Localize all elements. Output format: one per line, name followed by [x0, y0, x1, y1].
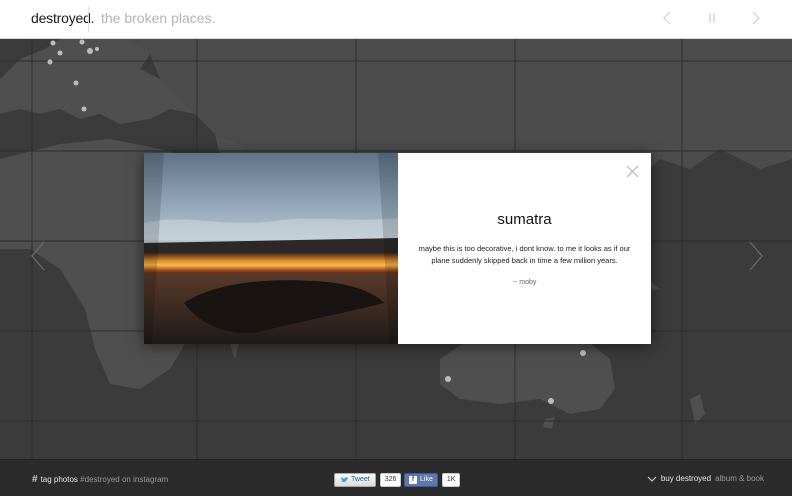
- instagram-hashtag-text: #destroyed on instagram: [80, 475, 169, 484]
- photo-title: sumatra: [497, 211, 552, 228]
- buy-destroyed-label: buy destroyed: [660, 474, 712, 483]
- header-divider: [88, 6, 89, 32]
- chevron-down-icon: [647, 476, 657, 482]
- tweet-widget: Tweet 326: [334, 472, 402, 487]
- buy-album-link[interactable]: buy destroyed album & book: [647, 474, 764, 483]
- sunset-photo-graphic: [144, 153, 398, 344]
- facebook-icon: f: [409, 475, 417, 484]
- album-book-label: album & book: [715, 474, 764, 483]
- pause-button[interactable]: [704, 10, 720, 26]
- like-widget: f Like 1K: [404, 472, 461, 487]
- map-previous-arrow[interactable]: [28, 240, 48, 272]
- site-logo[interactable]: destroyed.: [31, 10, 95, 26]
- photo-modal: sumatra maybe this is too decorative, i …: [144, 153, 651, 344]
- next-photo-button[interactable]: [748, 10, 764, 26]
- chevron-left-icon: [31, 241, 45, 271]
- photo-author: -- moby: [512, 279, 537, 286]
- tag-photos-link[interactable]: # tag photos #destroyed on instagram: [32, 474, 168, 485]
- site-tagline: the broken places.: [101, 10, 216, 26]
- twitter-bird-icon: [340, 476, 349, 482]
- chevron-left-icon: [663, 11, 671, 25]
- chevron-right-icon: [749, 241, 763, 271]
- pause-icon: [709, 13, 715, 23]
- chevron-right-icon: [752, 11, 760, 25]
- like-button[interactable]: f Like: [404, 472, 438, 487]
- close-button[interactable]: [626, 165, 639, 178]
- tweet-button[interactable]: Tweet: [334, 472, 376, 487]
- sunset-photo: [144, 153, 398, 344]
- previous-photo-button[interactable]: [659, 10, 675, 26]
- top-bar: destroyed. the broken places.: [0, 0, 792, 39]
- bottom-bar: # tag photos #destroyed on instagram Twee…: [0, 459, 792, 496]
- like-count: 1K: [441, 472, 461, 487]
- photo-info-panel: sumatra maybe this is too decorative, i …: [398, 153, 651, 344]
- close-icon: [626, 165, 639, 178]
- tweet-count: 326: [379, 472, 402, 487]
- map-next-arrow[interactable]: [746, 240, 766, 272]
- like-label: Like: [420, 475, 433, 483]
- photo-description: maybe this is too decorative, i dont kno…: [418, 244, 631, 265]
- tag-photos-label: tag photos: [40, 475, 78, 484]
- hash-icon: #: [32, 474, 38, 485]
- tweet-label: Tweet: [351, 475, 370, 483]
